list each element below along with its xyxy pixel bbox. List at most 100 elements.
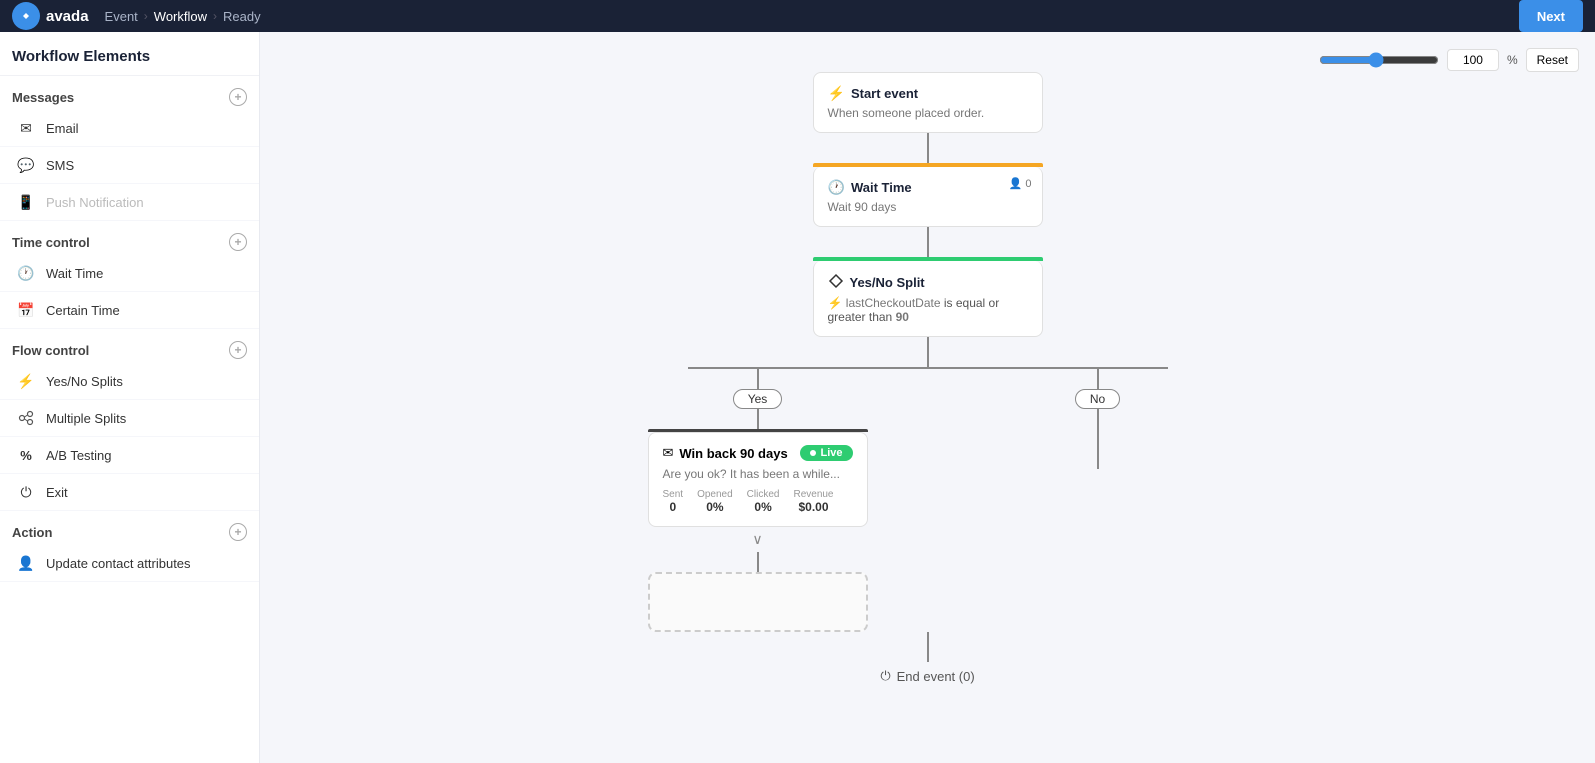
sidebar-item-sms[interactable]: 💬 SMS: [0, 147, 259, 184]
opened-value: 0%: [697, 500, 733, 514]
workflow-area: ⚡ Start event When someone placed order.…: [260, 32, 1595, 763]
section-time-control-label: Time control: [12, 235, 90, 250]
sidebar-item-multiple-label: Multiple Splits: [46, 411, 126, 426]
end-event-icon: ⏻: [880, 668, 890, 684]
sidebar-item-update-label: Update contact attributes: [46, 556, 191, 571]
breadcrumb-ready: Ready: [223, 9, 261, 24]
zoom-reset-button[interactable]: Reset: [1526, 48, 1579, 72]
email-title-group: ✉ Win back 90 days: [663, 445, 788, 461]
start-event-title: Start event: [851, 86, 918, 101]
email-icon: ✉: [16, 118, 36, 138]
wait-time-users: 👤 0: [1009, 177, 1032, 190]
wait-time-node[interactable]: 🕐 Wait Time Wait 90 days 👤 0: [813, 167, 1043, 227]
sidebar-item-sms-label: SMS: [46, 158, 74, 173]
logo: avada: [12, 2, 89, 30]
sidebar-title: Workflow Elements: [0, 32, 259, 76]
end-event-node[interactable]: ⏻ End event (0): [866, 662, 988, 690]
wait-time-subtitle: Wait 90 days: [828, 200, 1028, 214]
sidebar-item-wait-time[interactable]: 🕐 Wait Time: [0, 255, 259, 292]
sidebar-item-exit-label: Exit: [46, 485, 68, 500]
sidebar-item-multiple-splits[interactable]: Multiple Splits: [0, 400, 259, 437]
breadcrumb-event[interactable]: Event: [105, 9, 138, 24]
sidebar-item-yes-no[interactable]: ⚡ Yes/No Splits: [0, 363, 259, 400]
sidebar-item-wait-label: Wait Time: [46, 266, 103, 281]
workflow-canvas: 100 % Reset ⚡ Start event When someone p…: [260, 32, 1595, 763]
multiple-splits-icon: [16, 408, 36, 428]
sidebar-item-ab-testing[interactable]: % A/B Testing: [0, 437, 259, 474]
clicked-value: 0%: [747, 500, 780, 514]
next-button[interactable]: Next: [1519, 0, 1583, 32]
sep1: ›: [144, 9, 148, 23]
split-icon: [828, 273, 844, 292]
zoom-input[interactable]: 100: [1447, 49, 1499, 71]
sep2: ›: [213, 9, 217, 23]
section-flow-label: Flow control: [12, 343, 89, 358]
logo-icon: [12, 2, 40, 30]
connector-split-top: [927, 337, 929, 367]
sidebar-item-update-contact[interactable]: 👤 Update contact attributes: [0, 545, 259, 582]
update-contact-icon: 👤: [16, 553, 36, 573]
sent-value: 0: [663, 500, 684, 514]
live-badge: Live: [800, 445, 852, 461]
connector-1: [927, 133, 929, 163]
end-event-title: End event (0): [897, 669, 975, 684]
stat-revenue: Revenue $0.00: [793, 489, 833, 514]
start-event-header: ⚡ Start event: [828, 85, 1028, 102]
connector-2: [927, 227, 929, 257]
top-nav: avada Event › Workflow › Ready Next: [0, 0, 1595, 32]
sidebar-item-certain-label: Certain Time: [46, 303, 120, 318]
logo-text: avada: [46, 8, 89, 25]
users-count: 0: [1025, 178, 1031, 190]
sidebar-item-email[interactable]: ✉ Email: [0, 110, 259, 147]
opened-label: Opened: [697, 489, 733, 500]
wait-time-title: Wait Time: [851, 180, 912, 195]
start-event-node[interactable]: ⚡ Start event When someone placed order.: [813, 72, 1043, 133]
yes-v-line-2: [757, 409, 759, 429]
zoom-percent: %: [1507, 53, 1518, 67]
yes-no-split-node[interactable]: Yes/No Split ⚡ lastCheckoutDate is equal…: [813, 261, 1043, 337]
yes-no-title: Yes/No Split: [850, 275, 925, 290]
live-dot: [810, 450, 816, 456]
sidebar-item-push-label: Push Notification: [46, 195, 144, 210]
wait-time-header: 🕐 Wait Time: [828, 179, 1028, 196]
email-preview: Are you ok? It has been a while...: [663, 467, 853, 481]
users-icon: 👤: [1009, 177, 1023, 190]
left-h-line: [688, 367, 928, 369]
empty-node-yes[interactable]: [648, 572, 868, 632]
section-flow-control: Flow control +: [0, 329, 259, 363]
live-label: Live: [820, 447, 842, 459]
zoom-slider[interactable]: [1319, 52, 1439, 68]
email-stats-row: Sent 0 Opened 0% Clicked 0%: [663, 489, 853, 514]
sidebar-item-yes-no-label: Yes/No Splits: [46, 374, 123, 389]
stat-opened: Opened 0%: [697, 489, 733, 514]
breadcrumb: Event › Workflow › Ready: [105, 9, 261, 24]
add-time-icon[interactable]: +: [229, 233, 247, 251]
section-action-label: Action: [12, 525, 52, 540]
sidebar-item-exit[interactable]: ⏻ Exit: [0, 474, 259, 511]
sms-icon: 💬: [16, 155, 36, 175]
add-action-icon[interactable]: +: [229, 523, 247, 541]
email-node-icon: ✉: [663, 445, 674, 461]
wait-time-node-icon: 🕐: [828, 179, 845, 196]
certain-time-icon: 📅: [16, 300, 36, 320]
no-v-line-2: [1097, 409, 1099, 469]
revenue-label: Revenue: [793, 489, 833, 500]
sidebar-item-certain-time[interactable]: 📅 Certain Time: [0, 292, 259, 329]
split-container: Yes ✉ Win back 90 days: [608, 337, 1248, 632]
yes-no-icon: ⚡: [16, 371, 36, 391]
yes-v-line-3: [757, 552, 759, 572]
condition-val: 90: [896, 310, 909, 324]
revenue-value: $0.00: [793, 500, 833, 514]
sidebar: Workflow Elements Messages + ✉ Email 💬 S…: [0, 32, 260, 763]
push-icon: 📱: [16, 192, 36, 212]
sidebar-item-email-label: Email: [46, 121, 79, 136]
add-flow-icon[interactable]: +: [229, 341, 247, 359]
sent-label: Sent: [663, 489, 684, 500]
breadcrumb-workflow[interactable]: Workflow: [154, 9, 207, 24]
add-messages-icon[interactable]: +: [229, 88, 247, 106]
start-event-subtitle: When someone placed order.: [828, 106, 1028, 120]
condition-field: lastCheckoutDate: [846, 296, 941, 310]
email-node[interactable]: ✉ Win back 90 days Live Are you ok? It h…: [648, 432, 868, 527]
yes-v-line-1: [757, 369, 759, 389]
exit-icon: ⏻: [16, 482, 36, 502]
